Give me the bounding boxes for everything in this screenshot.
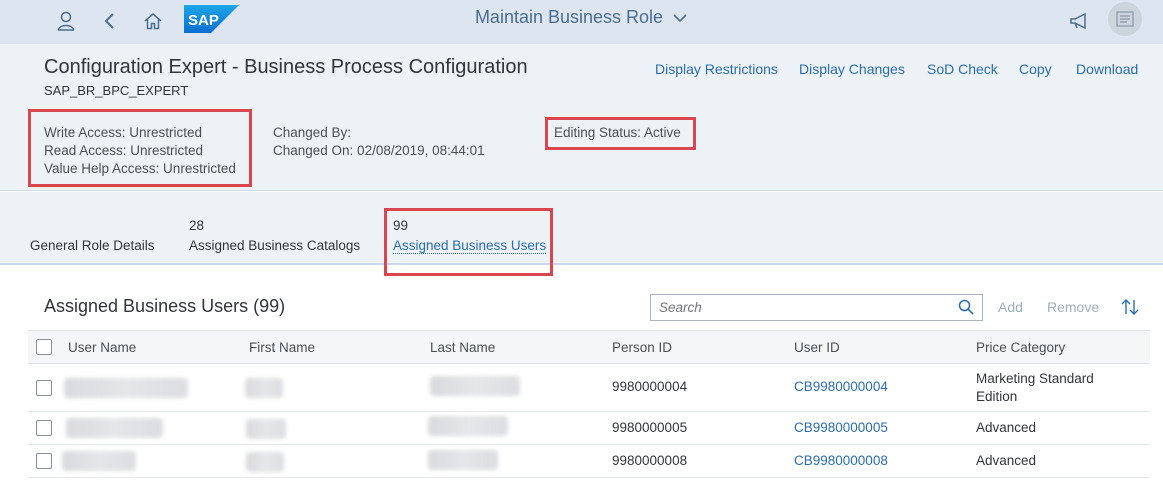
redacted-user-name [64, 378, 188, 398]
app-title: Maintain Business Role [0, 7, 1163, 28]
search-placeholder: Search [659, 300, 702, 315]
redacted-user-name [62, 451, 136, 471]
redacted-first-name [246, 452, 284, 472]
redacted-user-name [66, 418, 163, 438]
page-title: Configuration Expert - Business Process … [44, 56, 528, 78]
column-header[interactable]: User Name [68, 340, 136, 355]
sort-icon[interactable] [1120, 297, 1140, 322]
person-id: 9980000008 [612, 453, 688, 468]
chevron-down-icon [673, 14, 687, 23]
search-icon[interactable] [958, 299, 974, 320]
change-attributes: Changed By: Changed On: 02/08/2019, 08:4… [273, 124, 485, 160]
user-id-link[interactable]: CB9980000005 [794, 419, 888, 437]
remove-button[interactable]: Remove [1047, 299, 1099, 315]
column-header[interactable]: First Name [249, 340, 315, 355]
select-all-checkbox[interactable] [36, 339, 52, 355]
column-header[interactable]: User ID [794, 340, 840, 355]
row-checkbox[interactable] [36, 420, 52, 436]
role-id: SAP_BR_BPC_EXPERT [44, 83, 189, 98]
highlight-box [28, 109, 252, 187]
user-id-link[interactable]: CB9980000004 [794, 378, 888, 396]
tab-general-role-details[interactable]: General Role Details [30, 218, 155, 253]
highlight-box [384, 208, 553, 276]
column-header[interactable]: Price Category [976, 340, 1065, 355]
display-changes-button[interactable]: Display Changes [799, 61, 905, 77]
table-row[interactable]: 9980000005 CB9980000005 Advanced [28, 412, 1150, 445]
redacted-last-name [430, 376, 520, 396]
redacted-last-name [428, 450, 498, 470]
copy-button[interactable]: Copy [1019, 61, 1052, 77]
redacted-first-name [246, 419, 286, 439]
price-category: Advanced [976, 453, 1037, 468]
person-id: 9980000004 [612, 379, 688, 394]
column-header[interactable]: Last Name [430, 340, 495, 355]
highlight-box [545, 117, 696, 150]
tab-count: 28 [189, 218, 205, 233]
row-checkbox[interactable] [36, 453, 52, 469]
person-id: 9980000005 [612, 420, 688, 435]
megaphone-icon[interactable] [1066, 8, 1092, 34]
changed-on: Changed On: 02/08/2019, 08:44:01 [273, 143, 485, 158]
sod-check-button[interactable]: SoD Check [927, 61, 998, 77]
changed-by: Changed By: [273, 125, 352, 140]
download-button[interactable]: Download [1076, 61, 1138, 77]
row-checkbox[interactable] [36, 380, 52, 396]
column-header[interactable]: Person ID [612, 340, 672, 355]
object-header: Configuration Expert - Business Process … [0, 44, 1163, 191]
redacted-last-name [428, 416, 508, 436]
shell-bar: SAP Maintain Business Role [0, 0, 1163, 44]
user-id-link[interactable]: CB9980000008 [794, 452, 888, 470]
price-category: Marketing Standard Edition [976, 371, 1094, 404]
display-restrictions-button[interactable]: Display Restrictions [655, 61, 778, 77]
add-button[interactable]: Add [998, 299, 1023, 315]
price-category: Advanced [976, 420, 1037, 435]
table-row[interactable]: 9980000008 CB9980000008 Advanced [28, 445, 1150, 478]
app-title-menu[interactable]: Maintain Business Role [475, 7, 688, 27]
redacted-first-name [245, 378, 283, 398]
table-header: User Name First Name Last Name Person ID… [28, 330, 1150, 364]
search-input[interactable]: Search [650, 294, 983, 321]
table-title: Assigned Business Users (99) [44, 296, 286, 316]
tab-assigned-business-catalogs[interactable]: 28 Assigned Business Catalogs [189, 218, 360, 253]
table-row[interactable]: 9980000004 CB9980000004 Marketing Standa… [28, 364, 1150, 412]
menu-icon[interactable] [1108, 2, 1142, 36]
icon-tab-bar: General Role Details 28 Assigned Busines… [0, 192, 1163, 276]
